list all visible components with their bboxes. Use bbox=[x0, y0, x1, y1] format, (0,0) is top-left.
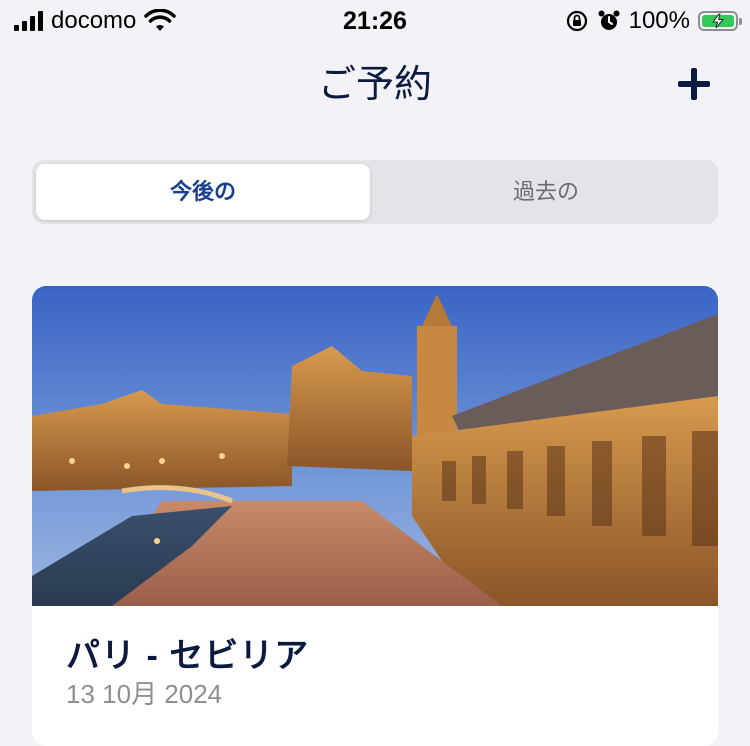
booking-route: パリ - セビリア bbox=[66, 637, 310, 675]
alarm-icon bbox=[598, 10, 620, 30]
tab-upcoming[interactable]: 今後の bbox=[36, 164, 370, 220]
destination-photo bbox=[32, 286, 718, 606]
booking-tabs: 今後の 過去の bbox=[32, 160, 718, 224]
orientation-lock-icon bbox=[566, 10, 587, 32]
battery-percentage: 100% bbox=[628, 7, 690, 34]
add-booking-button[interactable] bbox=[672, 62, 716, 106]
battery-icon bbox=[698, 11, 742, 31]
tab-past[interactable]: 過去の bbox=[378, 164, 714, 220]
page-title: ご予約 bbox=[317, 62, 432, 106]
booking-card[interactable]: パリ - セビリア 13 10月 2024 bbox=[32, 286, 718, 746]
status-right: 100% bbox=[565, 6, 742, 36]
charging-bolt-icon bbox=[712, 13, 724, 29]
status-bar: docomo 21:26 100% bbox=[0, 0, 750, 42]
booking-date: 13 10月 2024 bbox=[66, 679, 223, 709]
